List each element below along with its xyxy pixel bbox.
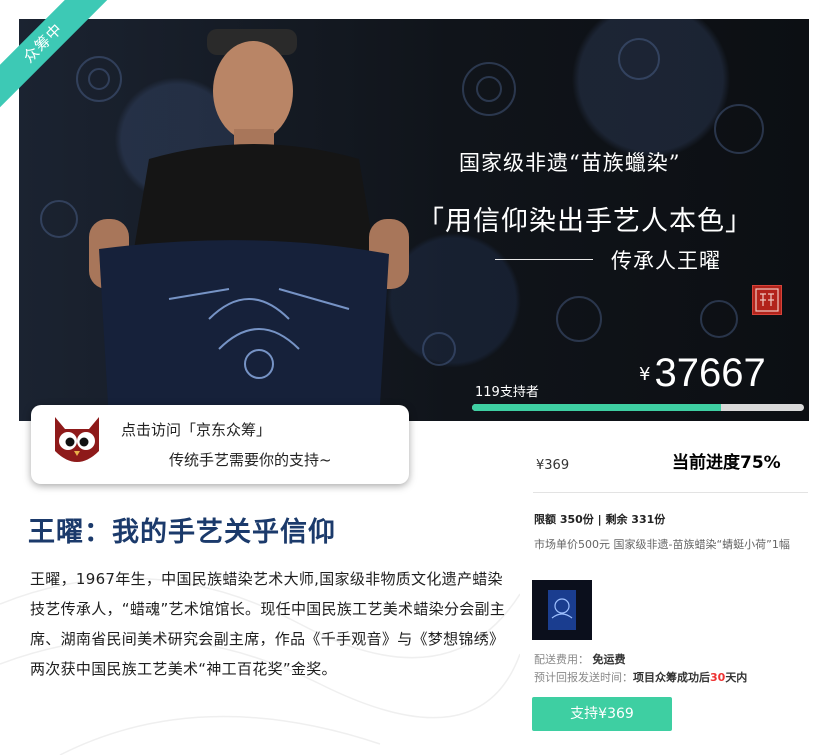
raised-amount-value: 37667 [654,351,766,395]
funding-progress-bar [472,404,804,411]
shipping-info: 配送费用： 免运费 [534,651,626,667]
hero-line-slogan: 「用信仰染出手艺人本色」 [417,206,753,237]
current-progress-text: 当前进度75% [672,453,781,473]
reward-price: ¥369 [536,458,570,473]
seal-stamp-icon [752,285,782,315]
delivery-suffix: 天内 [725,671,748,684]
artisan-bio: 王曜，1967年生，中国民族蜡染艺术大师,国家级非物质文化遗产蜡染技艺传承人，“… [30,564,506,684]
delivery-prefix: 项目众筹成功后 [633,671,710,684]
status-ribbon: 众筹中 [0,0,110,110]
delivery-info: 预计回报发送时间：项目众筹成功后30天内 [534,669,747,685]
delivery-label: 预计回报发送时间： [534,671,633,684]
reward-divider [533,492,808,493]
article-headline: 王曜：我的手艺关乎信仰 [28,517,336,548]
hero-divider [495,259,593,260]
supporter-count: 119支持者 [475,385,539,400]
shipping-label: 配送费用： [534,653,589,666]
shipping-value: 免运费 [592,653,626,666]
artisan-bio-text: 王曜，1967年生，中国民族蜡染艺术大师,国家级非物质文化遗产蜡染技艺传承人，“… [30,570,506,678]
reward-thumbnail[interactable] [532,580,592,640]
status-ribbon-label: 众筹中 [0,0,110,110]
owl-mascot-icon [55,417,99,462]
reward-thumbnail-image [532,580,592,640]
hero-line-heritage: 国家级非遗“苗族蠟染” [459,151,681,175]
reward-description: 市场单价500元 国家级非遗-苗族蜡染“蜻蜓小荷”1幅 [534,538,790,551]
raised-amount: ¥37667 [639,351,766,396]
hero-banner[interactable]: 国家级非遗“苗族蠟染” 「用信仰染出手艺人本色」 传承人王曜 119支持者 ¥3… [19,19,809,421]
delivery-days: 30 [710,671,726,684]
callout-visit-text[interactable]: 点击访问「京东众筹」 [121,419,271,440]
currency-symbol: ¥ [639,364,651,385]
funding-progress-fill [472,404,721,411]
hero-line-inheritor: 传承人王曜 [611,249,721,273]
support-button[interactable]: 支持¥369 [532,697,672,731]
callout-support-text: 传统手艺需要你的支持~ [169,451,332,469]
jd-crowdfunding-callout[interactable]: 点击访问「京东众筹」 传统手艺需要你的支持~ [31,405,409,484]
reward-limit: 限额 350份 | 剩余 331份 [534,513,666,526]
